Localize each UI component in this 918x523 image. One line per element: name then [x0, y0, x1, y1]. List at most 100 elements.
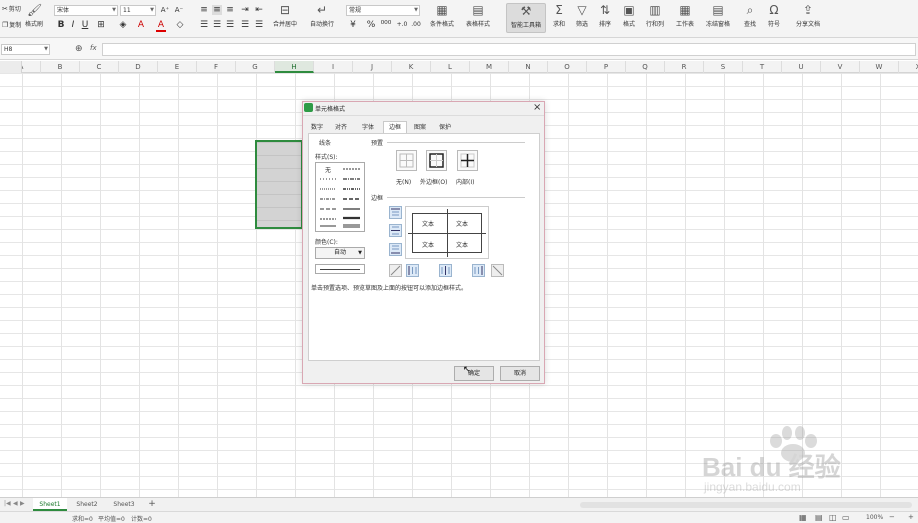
selected-range[interactable]: [255, 140, 303, 229]
column-header-f[interactable]: F: [197, 61, 236, 73]
indent-icon[interactable]: ⇥: [240, 5, 250, 15]
align-center-icon[interactable]: ☰: [212, 20, 222, 30]
format-button[interactable]: ▣ 格式: [622, 4, 636, 29]
sheet-tab-2[interactable]: Sheet2: [70, 498, 104, 511]
tab-protection[interactable]: 保护: [434, 122, 456, 133]
column-header-d[interactable]: D: [119, 61, 158, 73]
font-size-select[interactable]: 11 ▼: [120, 5, 156, 16]
column-header-t[interactable]: T: [743, 61, 782, 73]
zoom-out-icon[interactable]: −: [889, 513, 895, 521]
border-top-button[interactable]: [389, 206, 402, 219]
sort-button[interactable]: ⇅ 排序: [598, 4, 612, 29]
first-sheet-icon[interactable]: |◀: [4, 500, 11, 507]
column-header-i[interactable]: I: [314, 61, 353, 73]
border-icon[interactable]: ⊞: [96, 20, 106, 30]
name-box[interactable]: H8 ▼: [1, 44, 50, 55]
tab-number[interactable]: 数字: [307, 122, 327, 133]
column-header-v[interactable]: V: [821, 61, 860, 73]
preset-none-button[interactable]: [396, 150, 417, 171]
conditional-format-button[interactable]: ▦ 条件格式: [430, 4, 454, 29]
column-header-j[interactable]: J: [353, 61, 392, 73]
column-header-u[interactable]: U: [782, 61, 821, 73]
cancel-button[interactable]: 取消: [500, 366, 540, 381]
border-diag-up-button[interactable]: [389, 264, 402, 277]
column-header-b[interactable]: B: [41, 61, 80, 73]
column-header-o[interactable]: O: [548, 61, 587, 73]
decrease-decimal-icon[interactable]: .00: [410, 20, 422, 30]
cut-button[interactable]: ✂ 剪切: [2, 4, 21, 14]
thousands-icon[interactable]: ⁰⁰⁰: [380, 20, 392, 30]
formula-input[interactable]: [102, 43, 916, 56]
color-select[interactable]: 自动 ▼: [315, 247, 365, 259]
align-middle-icon[interactable]: ≡: [212, 5, 222, 15]
preset-outline-button[interactable]: [426, 150, 447, 171]
freeze-panes-button[interactable]: ▤ 冻结窗格: [706, 4, 730, 29]
column-header-n[interactable]: N: [509, 61, 548, 73]
prev-sheet-icon[interactable]: ◀: [13, 500, 18, 507]
sheet-tab-1[interactable]: Sheet1: [33, 498, 67, 511]
border-bottom-button[interactable]: [389, 243, 402, 256]
page-layout-icon[interactable]: ▤: [815, 513, 823, 522]
zoom-level[interactable]: 100%: [866, 514, 883, 521]
table-style-button[interactable]: ▤ 表格样式: [466, 4, 490, 29]
column-header-k[interactable]: K: [392, 61, 431, 73]
preset-inside-button[interactable]: [457, 150, 478, 171]
column-header-p[interactable]: P: [587, 61, 626, 73]
outdent-icon[interactable]: ⇤: [254, 5, 264, 15]
reading-view-icon[interactable]: ▭: [842, 513, 850, 522]
border-middle-button[interactable]: [389, 224, 402, 237]
column-header-e[interactable]: E: [158, 61, 197, 73]
wrap-text-button[interactable]: ↵ 自动换行: [310, 4, 334, 29]
format-painter-button[interactable]: 🖌 格式刷: [25, 4, 43, 29]
tab-font[interactable]: 字体: [358, 122, 378, 133]
currency-icon[interactable]: ¥: [348, 20, 358, 30]
align-right-icon[interactable]: ☰: [225, 20, 235, 30]
border-diag-down-button[interactable]: [491, 264, 504, 277]
ok-button[interactable]: 确定: [454, 366, 494, 381]
increase-decimal-icon[interactable]: +.0: [396, 20, 408, 30]
column-header-m[interactable]: M: [470, 61, 509, 73]
column-header-q[interactable]: Q: [626, 61, 665, 73]
column-header-w[interactable]: W: [860, 61, 899, 73]
align-top-icon[interactable]: ≡: [199, 5, 209, 15]
column-header-h[interactable]: H: [275, 61, 314, 73]
sheet-tab-3[interactable]: Sheet3: [107, 498, 141, 511]
filter-button[interactable]: ▽ 筛选: [575, 4, 589, 29]
next-sheet-icon[interactable]: ▶: [20, 500, 25, 507]
smart-toolbox-button[interactable]: ⚒ 智能工具箱: [506, 3, 546, 33]
fill-color-icon[interactable]: ◈: [118, 20, 128, 30]
align-bottom-icon[interactable]: ≡: [225, 5, 235, 15]
tab-pattern[interactable]: 图案: [409, 122, 431, 133]
number-format-select[interactable]: 常规 ▼: [346, 5, 420, 16]
fx-icon[interactable]: fx: [90, 44, 97, 52]
column-header-x[interactable]: X: [899, 61, 918, 73]
font-color-icon[interactable]: A: [156, 20, 166, 32]
sum-button[interactable]: Σ 求和: [552, 4, 566, 29]
column-header-r[interactable]: R: [665, 61, 704, 73]
copy-button[interactable]: ❐ 复制: [2, 20, 21, 30]
select-all-corner[interactable]: [0, 61, 22, 73]
border-center-button[interactable]: [439, 264, 452, 277]
font-grow-icon[interactable]: A⁺: [160, 5, 170, 15]
bold-icon[interactable]: B: [56, 20, 66, 30]
column-header-s[interactable]: S: [704, 61, 743, 73]
column-header-g[interactable]: G: [236, 61, 275, 73]
percent-icon[interactable]: %: [366, 20, 376, 30]
border-right-button[interactable]: [472, 264, 485, 277]
worksheet-button[interactable]: ▦ 工作表: [676, 4, 694, 29]
merge-center-button[interactable]: ⊟ 合并居中: [273, 4, 297, 29]
normal-view-icon[interactable]: ▦: [799, 513, 807, 522]
clear-icon[interactable]: ◇: [175, 20, 185, 30]
strikethrough-icon[interactable]: A: [136, 20, 146, 30]
page-break-icon[interactable]: ◫: [829, 513, 837, 522]
tab-alignment[interactable]: 对齐: [331, 122, 351, 133]
underline-icon[interactable]: U: [80, 20, 90, 30]
close-icon[interactable]: ×: [533, 102, 541, 113]
column-header-c[interactable]: C: [80, 61, 119, 73]
border-preview[interactable]: 文本 文本 文本 文本: [405, 206, 489, 259]
line-style-list[interactable]: 无: [315, 162, 365, 232]
zoom-search-icon[interactable]: ⊕: [75, 44, 83, 54]
distribute-icon[interactable]: ☰: [254, 20, 264, 30]
find-button[interactable]: ⌕ 查找: [743, 4, 757, 29]
add-sheet-button[interactable]: +: [146, 498, 158, 511]
